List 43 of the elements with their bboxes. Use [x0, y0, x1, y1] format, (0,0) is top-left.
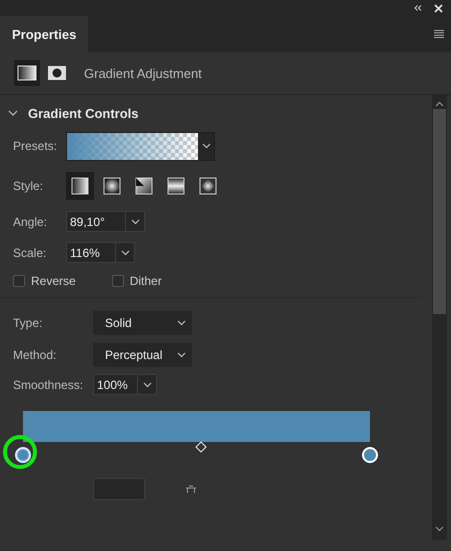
caret-icon	[142, 382, 152, 388]
caret-icon	[202, 143, 210, 149]
section-title: Gradient Controls	[28, 106, 139, 120]
close-icon[interactable]	[434, 4, 443, 12]
diamond-gradient-icon	[199, 177, 217, 195]
method-dropdown[interactable]: Perceptual	[93, 343, 192, 367]
scroll-up-icon[interactable]	[435, 101, 444, 107]
linear-gradient-icon	[71, 177, 89, 195]
angle-gradient-icon	[135, 177, 153, 195]
menu-icon[interactable]	[434, 30, 444, 38]
field-label: Angle:	[13, 214, 48, 228]
smoothness-field[interactable]: 100%	[93, 374, 157, 395]
panel-title: Gradient Adjustment	[84, 66, 202, 80]
field-label: Smoothness:	[13, 378, 84, 392]
radial-gradient-icon	[103, 177, 121, 195]
caret-icon	[177, 352, 186, 358]
checkbox-label: Reverse	[31, 274, 76, 288]
field-label: Style:	[13, 179, 44, 193]
type-dropdown[interactable]: Solid	[93, 311, 192, 335]
checkbox[interactable]	[112, 275, 124, 287]
checkbox[interactable]	[13, 275, 25, 287]
angle-field[interactable]: 89,10°	[66, 211, 145, 232]
caret-icon	[130, 218, 140, 224]
caret-icon	[120, 250, 130, 256]
presets-dropdown[interactable]	[66, 132, 215, 160]
reflected-gradient-icon	[167, 177, 185, 195]
field-label: Presets:	[13, 139, 58, 153]
field-label: Method:	[13, 348, 58, 362]
chevron-icon[interactable]	[8, 110, 18, 116]
scrollbar[interactable]	[432, 95, 447, 540]
color-stop[interactable]	[15, 447, 31, 463]
gradient-icon[interactable]	[14, 60, 40, 86]
field-label: Type:	[13, 316, 44, 330]
linear-gradient-button[interactable]	[66, 172, 94, 200]
properties-tab[interactable]: Properties	[0, 16, 88, 52]
collapse-icon[interactable]	[414, 5, 422, 11]
caret-icon	[177, 320, 186, 326]
scale-field[interactable]: 116%	[66, 242, 135, 263]
checkbox-label: Dither	[130, 274, 162, 288]
trash-icon[interactable]	[185, 485, 197, 493]
field-label: Scale:	[13, 246, 48, 260]
location-field[interactable]	[93, 478, 145, 500]
scroll-down-icon[interactable]	[435, 526, 444, 532]
